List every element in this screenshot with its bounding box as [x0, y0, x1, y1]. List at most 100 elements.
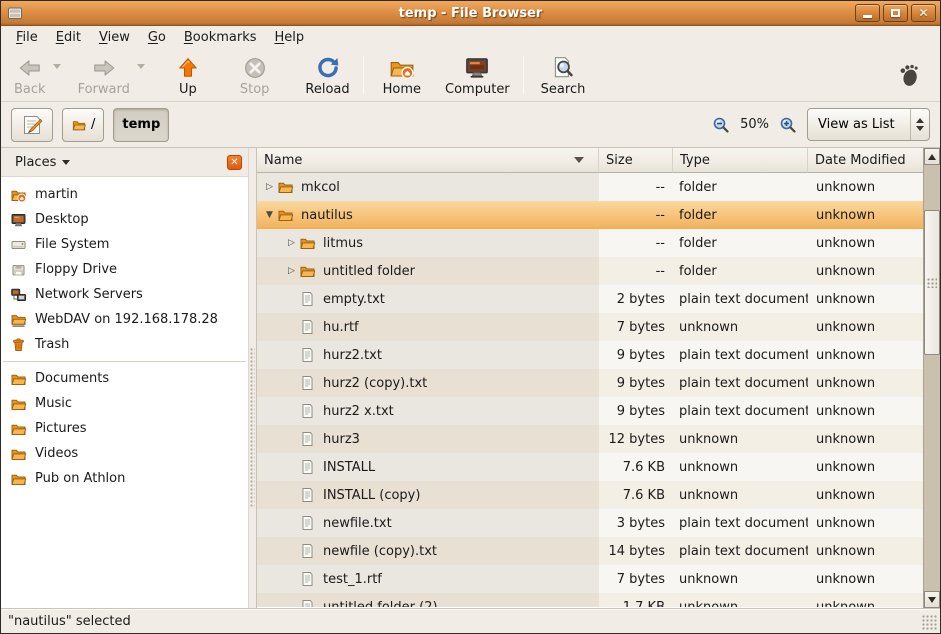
up-button[interactable]: Up: [169, 51, 207, 98]
reload-button[interactable]: Reload: [298, 51, 356, 98]
folder-icon: [10, 446, 27, 462]
sidebar-item-label: Music: [35, 396, 72, 411]
sidebar-item-desktop[interactable]: Desktop: [1, 207, 248, 232]
home-button[interactable]: Home: [376, 51, 428, 98]
cell-name: ▷ mkcol: [257, 173, 599, 201]
table-row[interactable]: ▷untitled folder--folderunknown: [257, 257, 923, 285]
menubar: FileEditViewGoBookmarksHelp: [1, 26, 940, 48]
sidebar-item-martin[interactable]: martin: [1, 182, 248, 207]
text-file-icon: [299, 543, 317, 559]
table-row[interactable]: hurz2 (copy).txt9 bytesplain text docume…: [257, 369, 923, 397]
sidebar-item-file-system[interactable]: File System: [1, 232, 248, 257]
titlebar[interactable]: temp - File Browser ✕: [1, 1, 940, 26]
table-row[interactable]: hurz2 x.txt9 bytesplain text documentunk…: [257, 397, 923, 425]
column-header-name[interactable]: Name: [257, 148, 599, 173]
scroll-up-button[interactable]: [924, 148, 940, 165]
menu-go[interactable]: Go: [139, 28, 175, 47]
table-row[interactable]: newfile.txt3 bytesplain text documentunk…: [257, 509, 923, 537]
table-row[interactable]: hurz312 bytesunknownunknown: [257, 425, 923, 453]
sidebar-item-trash[interactable]: Trash: [1, 332, 248, 357]
table-row[interactable]: hu.rtf7 bytesunknownunknown: [257, 313, 923, 341]
table-row[interactable]: ▷litmus--folderunknown: [257, 229, 923, 257]
table-row[interactable]: INSTALL7.6 KBunknownunknown: [257, 453, 923, 481]
column-header-date[interactable]: Date Modified: [808, 148, 923, 173]
expander-icon[interactable]: ▷: [284, 229, 299, 257]
sidebar-close-button[interactable]: ✕: [227, 155, 242, 170]
toolbar: Back Forward Up Stop Reload Home Compute…: [1, 48, 940, 102]
sidebar-item-label: Pub on Athlon: [35, 471, 125, 486]
sidebar-item-webdav-on-192-168-178-28[interactable]: WebDAV on 192.168.178.28: [1, 307, 248, 332]
menu-file[interactable]: File: [7, 28, 47, 47]
scroll-down-button[interactable]: [924, 591, 940, 608]
maximize-button[interactable]: [883, 4, 908, 22]
computer-button[interactable]: Computer: [438, 51, 517, 98]
forward-button[interactable]: Forward: [71, 51, 137, 98]
file-name: litmus: [323, 236, 363, 251]
table-row[interactable]: ▷mkcol--folderunknown: [257, 173, 923, 201]
edit-location-button[interactable]: [11, 108, 53, 142]
resize-grip[interactable]: [922, 615, 937, 630]
menu-edit[interactable]: Edit: [47, 28, 90, 47]
sidebar-item-label: Pictures: [35, 421, 86, 436]
table-row[interactable]: empty.txt2 bytesplain text documentunkno…: [257, 285, 923, 313]
pane-splitter[interactable]: [248, 148, 257, 608]
sidebar-item-music[interactable]: Music: [1, 391, 248, 416]
network-icon: [10, 287, 27, 303]
close-button[interactable]: ✕: [911, 4, 936, 22]
main-area: Places ✕ martin Desktop File SystemFloppy …: [1, 148, 940, 608]
stop-button[interactable]: Stop: [233, 51, 277, 98]
table-row[interactable]: untitled folder (2)1.7 KBunknownunknown: [257, 593, 923, 607]
table-row[interactable]: INSTALL (copy)7.6 KBunknownunknown: [257, 481, 923, 509]
forward-history-dropdown-icon[interactable]: [137, 64, 145, 69]
folder-icon: [10, 396, 27, 412]
text-file-icon: [299, 571, 317, 587]
back-button[interactable]: Back: [7, 51, 53, 98]
sidebar-item-label: martin: [35, 187, 78, 202]
expander-icon[interactable]: ▷: [284, 257, 299, 285]
cell-size: 9 bytes: [599, 397, 673, 425]
places-menu-button[interactable]: Places: [9, 152, 76, 173]
cell-name: hurz2.txt: [257, 341, 599, 369]
sidebar-item-network-servers[interactable]: Network Servers: [1, 282, 248, 307]
file-name: mkcol: [301, 180, 340, 195]
menu-help[interactable]: Help: [266, 28, 314, 47]
cell-type: unknown: [673, 593, 808, 607]
cell-type: folder: [673, 201, 808, 229]
path-button-current[interactable]: temp: [113, 108, 169, 142]
sidebar-item-pictures[interactable]: Pictures: [1, 416, 248, 441]
folder-icon: [71, 118, 87, 132]
table-row[interactable]: test_1.rtf7 bytesunknownunknown: [257, 565, 923, 593]
menu-view[interactable]: View: [90, 28, 139, 47]
minimize-button[interactable]: [855, 4, 880, 22]
column-header-type[interactable]: Type: [673, 148, 808, 173]
sidebar-item-documents[interactable]: Documents: [1, 366, 248, 391]
cell-name: ▼nautilus: [257, 201, 599, 229]
sidebar-item-pub-on-athlon[interactable]: Pub on Athlon: [1, 466, 248, 491]
zoom-in-button[interactable]: [779, 116, 797, 134]
vertical-scrollbar[interactable]: [923, 148, 940, 608]
cell-date: unknown: [808, 565, 923, 593]
sidebar-item-floppy-drive[interactable]: Floppy Drive: [1, 257, 248, 282]
sidebar-item-videos[interactable]: Videos: [1, 441, 248, 466]
expander-icon[interactable]: ▼: [262, 201, 277, 229]
expander-icon[interactable]: ▷: [262, 173, 277, 201]
cell-type: plain text document: [673, 369, 808, 397]
back-history-dropdown-icon[interactable]: [53, 64, 61, 69]
table-row[interactable]: newfile (copy).txt14 bytesplain text doc…: [257, 537, 923, 565]
desktop-icon: [10, 212, 27, 228]
path-button-root[interactable]: /: [62, 108, 104, 142]
menu-bookmarks[interactable]: Bookmarks: [175, 28, 266, 47]
zoom-out-button[interactable]: [712, 116, 730, 134]
table-row[interactable]: hurz2.txt9 bytesplain text documentunkno…: [257, 341, 923, 369]
table-row[interactable]: ▼nautilus--folderunknown: [257, 201, 923, 229]
column-header-size[interactable]: Size: [599, 148, 673, 173]
sidebar-item-label: Desktop: [35, 212, 89, 227]
view-mode-select[interactable]: View as List: [807, 108, 930, 141]
text-file-icon: [299, 375, 317, 391]
cell-size: --: [599, 173, 673, 201]
cell-type: unknown: [673, 313, 808, 341]
search-button[interactable]: Search: [534, 51, 593, 98]
sidebar-item-label: Videos: [35, 446, 78, 461]
scrollbar-thumb[interactable]: [924, 210, 940, 355]
cell-date: unknown: [808, 229, 923, 257]
